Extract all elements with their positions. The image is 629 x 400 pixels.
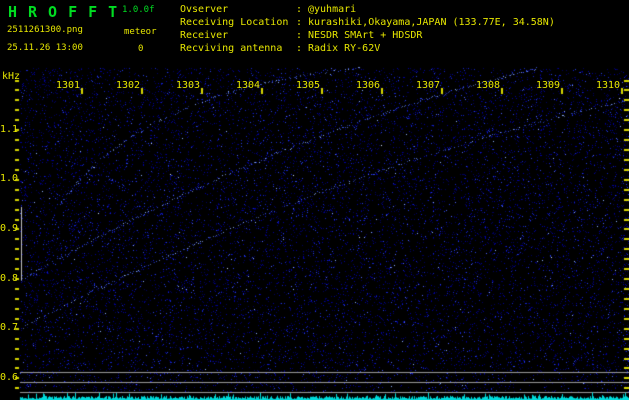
x-tick-label-1307: 1307 bbox=[413, 80, 443, 91]
receiver-value: NESDR SMArt + HDSDR bbox=[308, 30, 422, 41]
receiver-separator: : bbox=[296, 30, 302, 41]
x-tick-label-1304: 1304 bbox=[233, 80, 263, 91]
receiving-location-value: kurashiki,Okayama,JAPAN (133.77E, 34.58N… bbox=[308, 17, 555, 28]
observation-datetime: 25.11.26 13:00 bbox=[7, 43, 83, 53]
app-version: 1.0.0f bbox=[122, 5, 155, 15]
observer-value: @yuhmari bbox=[308, 4, 356, 15]
meteor-counter-label: meteor bbox=[124, 27, 157, 37]
y-tick-label-1.0: 1.0 bbox=[0, 173, 14, 184]
observer-separator: : bbox=[296, 4, 302, 15]
receiving-location-separator: : bbox=[296, 17, 302, 28]
x-tick-label-1310: 1310 bbox=[593, 80, 623, 91]
meteor-count-value: 0 bbox=[138, 44, 143, 54]
x-tick-label-1308: 1308 bbox=[473, 80, 503, 91]
y-tick-label-0.7: 0.7 bbox=[0, 322, 14, 333]
y-axis-unit-label: kHz bbox=[2, 71, 20, 82]
y-tick-label-0.9: 0.9 bbox=[0, 223, 14, 234]
x-tick-label-1303: 1303 bbox=[173, 80, 203, 91]
receiving-antenna-separator: : bbox=[296, 43, 302, 54]
x-tick-label-1305: 1305 bbox=[293, 80, 323, 91]
y-tick-label-0.6: 0.6 bbox=[0, 372, 14, 383]
x-tick-label-1306: 1306 bbox=[353, 80, 383, 91]
output-filename: 2511261300.png bbox=[7, 25, 83, 35]
hrofft-window: HROFFT 1.0.0f 2511261300.png meteor 25.1… bbox=[0, 0, 629, 400]
y-tick-label-0.8: 0.8 bbox=[0, 273, 14, 284]
receiving-location-label: Receiving Location bbox=[180, 17, 288, 28]
x-tick-label-1309: 1309 bbox=[533, 80, 563, 91]
receiving-antenna-value: Radix RY-62V bbox=[308, 43, 380, 54]
app-title: HROFFT bbox=[8, 3, 128, 21]
spectrogram-canvas bbox=[0, 0, 629, 400]
x-tick-label-1301: 1301 bbox=[53, 80, 83, 91]
receiver-label: Receiver bbox=[180, 30, 228, 41]
y-tick-label-1.1: 1.1 bbox=[0, 124, 14, 135]
x-tick-label-1302: 1302 bbox=[113, 80, 143, 91]
observer-label: Ovserver bbox=[180, 4, 228, 15]
receiving-antenna-label: Recviving antenna bbox=[180, 43, 282, 54]
